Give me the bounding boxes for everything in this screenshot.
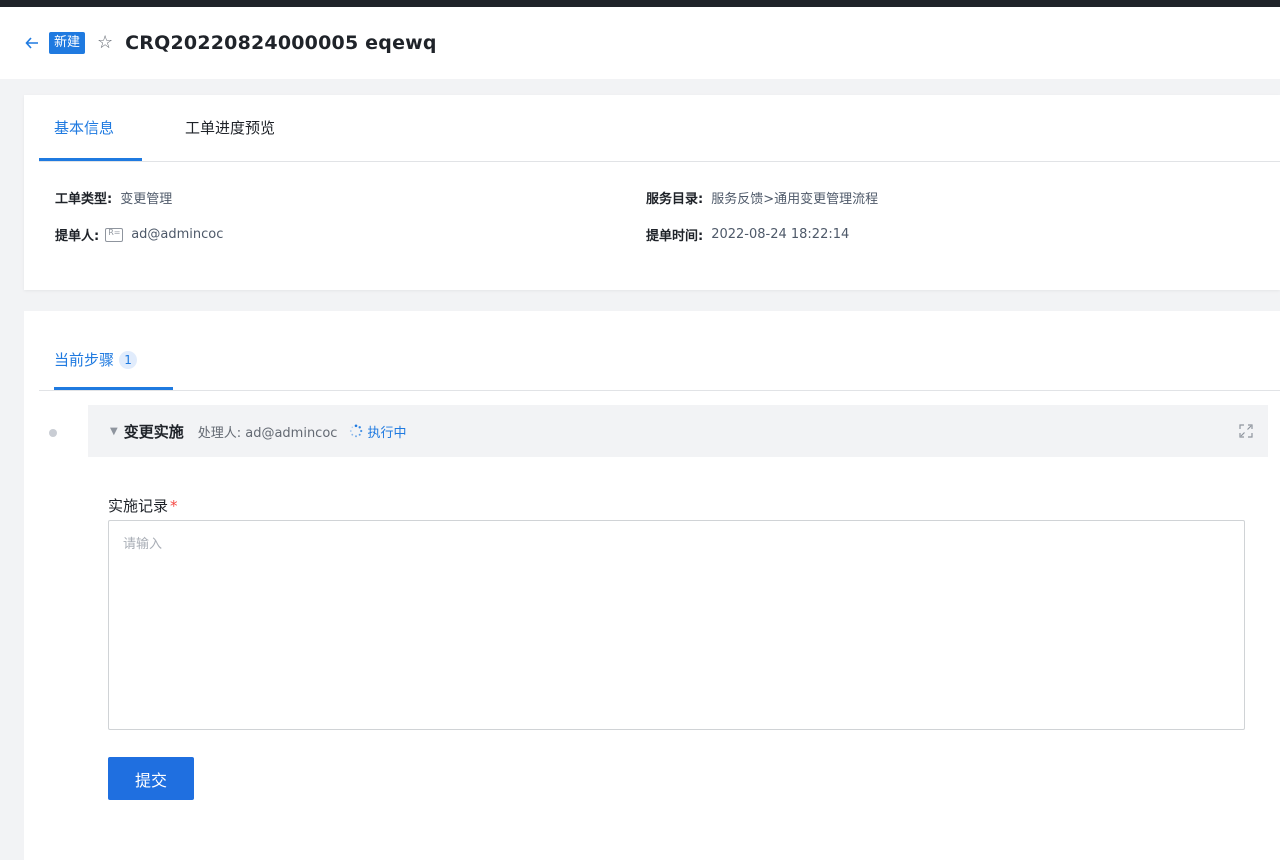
implementation-record-label: 实施记录 * bbox=[108, 495, 178, 516]
star-icon[interactable]: ☆ bbox=[97, 34, 113, 52]
step-name: 变更实施 bbox=[123, 422, 184, 441]
field-label-text: 实施记录 bbox=[108, 497, 169, 515]
window-top-border bbox=[0, 0, 1280, 7]
required-mark: * bbox=[170, 497, 178, 515]
step-count-badge: 1 bbox=[119, 350, 138, 369]
submitter-label: 提单人: bbox=[55, 229, 100, 244]
ticket-type-value: 变更管理 bbox=[120, 192, 173, 207]
ticket-type-label: 工单类型: bbox=[55, 192, 113, 207]
ticket-type-row: 工单类型: 变更管理 bbox=[55, 188, 172, 207]
active-steps-tab-indicator bbox=[54, 387, 173, 390]
steps-tabs: 当前步骤 1 bbox=[39, 311, 1280, 391]
active-tab-indicator bbox=[39, 158, 142, 161]
service-catalog-label: 服务目录: bbox=[646, 192, 704, 207]
tab-current-steps-label: 当前步骤 bbox=[54, 351, 115, 369]
arrow-left-icon[interactable] bbox=[25, 36, 39, 50]
current-steps-card: 当前步骤 1 ▼ 变更实施 处理人: ad@admincoc 执行中 实施记录 *… bbox=[24, 311, 1280, 860]
fullscreen-icon[interactable] bbox=[1238, 423, 1254, 439]
submit-time-row: 提单时间: 2022-08-24 18:22:14 bbox=[646, 225, 849, 244]
caret-down-icon[interactable]: ▼ bbox=[110, 426, 118, 437]
step-handler: 处理人: ad@admincoc bbox=[197, 425, 338, 441]
basic-info-card: 基本信息 工单进度预览 工单类型: 变更管理 提单人: ad@admincoc … bbox=[24, 95, 1280, 290]
basic-tabs: 基本信息 工单进度预览 bbox=[39, 95, 1280, 162]
step-header[interactable]: ▼ 变更实施 处理人: ad@admincoc 执行中 bbox=[88, 405, 1268, 457]
user-card-icon bbox=[105, 227, 124, 242]
service-catalog-row: 服务目录: 服务反馈>通用变更管理流程 bbox=[646, 188, 878, 207]
submit-button[interactable]: 提交 bbox=[108, 757, 194, 800]
loading-spinner-icon bbox=[350, 424, 363, 438]
timeline-dot bbox=[49, 429, 57, 437]
tab-current-steps[interactable]: 当前步骤 1 bbox=[54, 349, 138, 370]
submitter-row: 提单人: ad@admincoc bbox=[55, 225, 223, 244]
tab-basic-info[interactable]: 基本信息 bbox=[54, 117, 114, 138]
submitter-value: ad@admincoc bbox=[131, 227, 224, 242]
submit-time-label: 提单时间: bbox=[646, 229, 704, 244]
status-badge: 新建 bbox=[49, 32, 86, 54]
page-header: 新建 ☆ CRQ20220824000005 eqewq bbox=[0, 7, 1280, 79]
page-title: CRQ20220824000005 eqewq bbox=[125, 32, 437, 54]
submit-time-value: 2022-08-24 18:22:14 bbox=[711, 227, 850, 242]
step-status: 执行中 bbox=[367, 425, 407, 441]
service-catalog-value: 服务反馈>通用变更管理流程 bbox=[711, 192, 879, 207]
tab-progress-preview[interactable]: 工单进度预览 bbox=[185, 117, 275, 138]
implementation-record-input[interactable] bbox=[108, 520, 1245, 730]
